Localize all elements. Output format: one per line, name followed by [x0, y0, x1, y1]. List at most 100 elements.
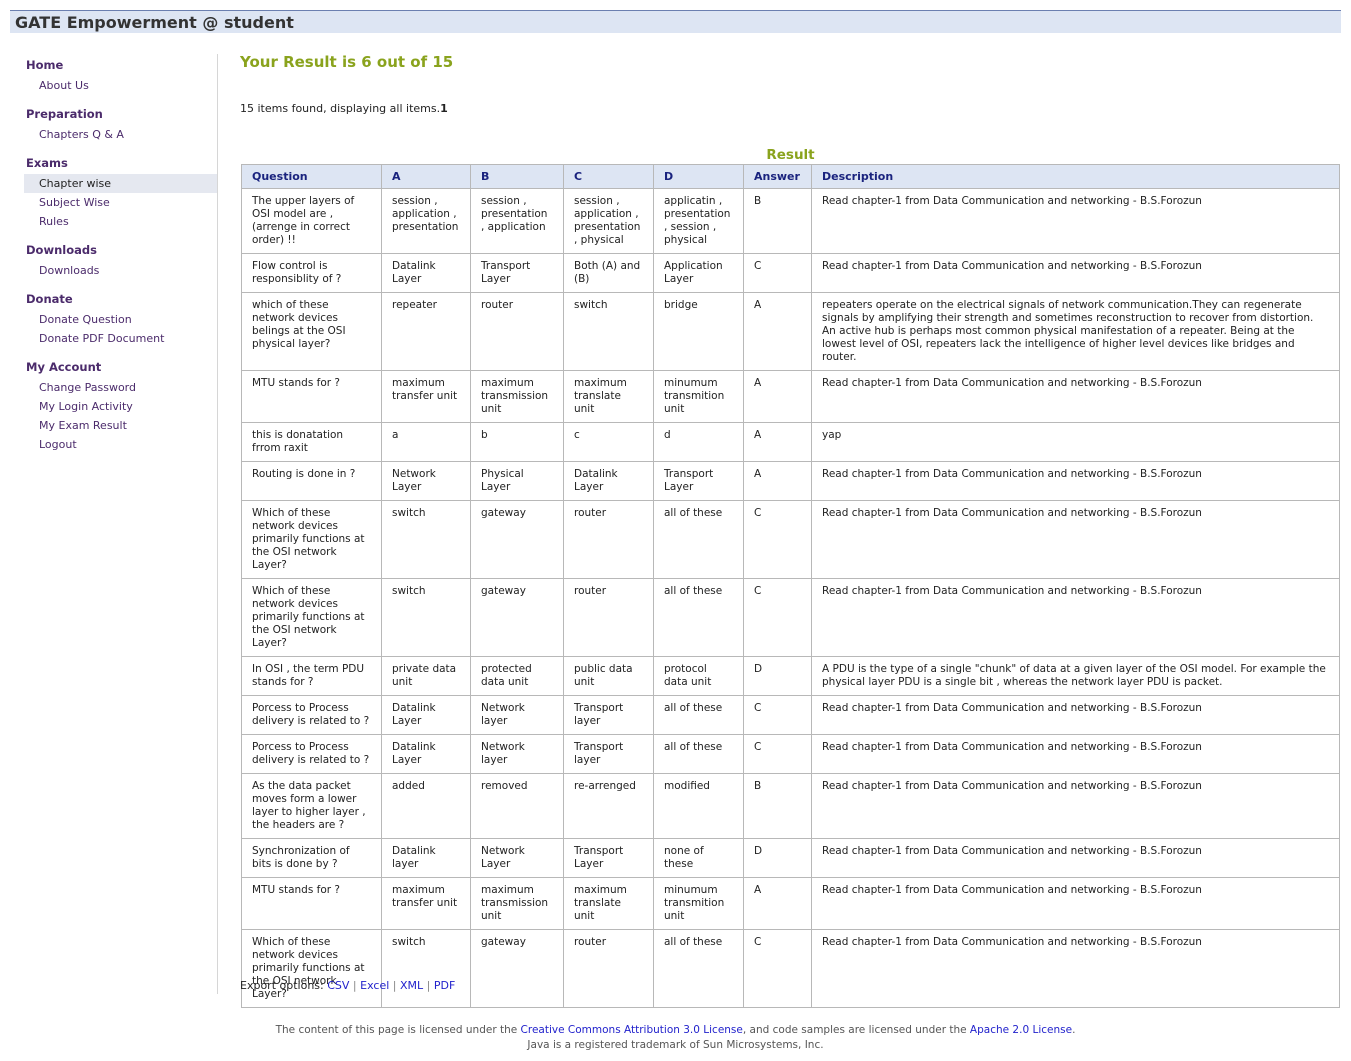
sidebar-item-my-login-activity[interactable]: My Login Activity — [24, 397, 217, 416]
cell-answer: C — [743, 578, 812, 657]
cell-description: Read chapter-1 from Data Communication a… — [811, 578, 1340, 657]
cell-description: Read chapter-1 from Data Communication a… — [811, 734, 1340, 774]
cell-answer: B — [743, 188, 812, 254]
cell-b: protected data unit — [470, 656, 564, 696]
cell-answer: A — [743, 422, 812, 462]
table-caption: Result — [766, 147, 815, 163]
cell-answer: C — [743, 734, 812, 774]
sidebar-item-donate-pdf-document[interactable]: Donate PDF Document — [24, 329, 217, 348]
cell-description: Read chapter-1 from Data Communication a… — [811, 500, 1340, 579]
sidebar-section-preparation[interactable]: Preparation — [24, 103, 217, 125]
column-header-question[interactable]: Question — [241, 164, 382, 189]
cell-answer: B — [743, 773, 812, 839]
table-header-row: Question A B C D Answer Description — [241, 164, 1340, 189]
cell-c: Both (A) and (B) — [563, 253, 654, 293]
column-header-d[interactable]: D — [653, 164, 744, 189]
cell-c: Datalink Layer — [563, 461, 654, 501]
cell-c: maximum translate unit — [563, 370, 654, 423]
cell-question: As the data packet moves form a lower la… — [241, 773, 382, 839]
sidebar-item-chapters-q-a[interactable]: Chapters Q & A — [24, 125, 217, 144]
result-table: Question A B C D Answer Description The upper … — [241, 164, 1340, 1008]
sidebar-divider — [217, 54, 218, 994]
table-row: this is donatation frrom raxit a b c d Ayap — [241, 422, 1340, 462]
cell-question: Synchronization of bits is done by ? — [241, 838, 382, 878]
cell-question: Which of these network devices primarily… — [241, 578, 382, 657]
column-header-a[interactable]: A — [381, 164, 471, 189]
cell-d: all of these — [653, 500, 744, 579]
cc-license-link[interactable]: Creative Commons Attribution 3.0 License — [521, 1024, 743, 1036]
column-header-b[interactable]: B — [470, 164, 564, 189]
cell-c: router — [563, 929, 654, 1008]
cell-c: session , application , presentation , p… — [563, 188, 654, 254]
cell-d: all of these — [653, 578, 744, 657]
cell-a: Network Layer — [381, 461, 471, 501]
cell-answer: A — [743, 292, 812, 371]
cell-question: Routing is done in ? — [241, 461, 382, 501]
export-separator: | — [389, 979, 400, 992]
sidebar-item-change-password[interactable]: Change Password — [24, 378, 217, 397]
export-csv-link[interactable]: CSV — [327, 979, 349, 992]
sidebar-section-donate[interactable]: Donate — [24, 288, 217, 310]
cell-d: modified — [653, 773, 744, 839]
column-header-answer[interactable]: Answer — [743, 164, 812, 189]
table-row: which of these network devices belings a… — [241, 292, 1340, 371]
sidebar-item-subject-wise[interactable]: Subject Wise — [24, 193, 217, 212]
cell-d: all of these — [653, 695, 744, 735]
export-label: Export options: — [240, 979, 324, 992]
table-row: The upper layers of OSI model are , (arr… — [241, 188, 1340, 254]
export-separator: | — [349, 979, 361, 992]
export-pdf-link[interactable]: PDF — [434, 979, 455, 992]
cell-question: Which of these network devices primarily… — [241, 929, 382, 1008]
export-xml-link[interactable]: XML — [400, 979, 423, 992]
sidebar-item-donate-question[interactable]: Donate Question — [24, 310, 217, 329]
sidebar-item-rules[interactable]: Rules — [24, 212, 217, 231]
cell-c: Transport layer — [563, 734, 654, 774]
table-row: MTU stands for ? maximum transfer unit max… — [241, 877, 1340, 930]
cell-description: Read chapter-1 from Data Communication a… — [811, 929, 1340, 1008]
cell-a: repeater — [381, 292, 471, 371]
cell-description: Read chapter-1 from Data Communication a… — [811, 695, 1340, 735]
sidebar-item-about-us[interactable]: About Us — [24, 76, 217, 95]
cell-c: maximum translate unit — [563, 877, 654, 930]
cell-b: router — [470, 292, 564, 371]
cell-d: Application Layer — [653, 253, 744, 293]
sidebar-nav: Home About Us Preparation Chapters Q & A Exa… — [24, 52, 218, 994]
cell-b: Network layer — [470, 734, 564, 774]
result-score-heading: Your Result is 6 out of 15 — [240, 53, 454, 71]
cell-d: Transport Layer — [653, 461, 744, 501]
table-row: Which of these network devices primarily… — [241, 578, 1340, 657]
sidebar-item-chapter-wise[interactable]: Chapter wise — [24, 174, 217, 193]
column-header-c[interactable]: C — [563, 164, 654, 189]
cell-d: none of these — [653, 838, 744, 878]
sidebar-item-logout[interactable]: Logout — [24, 435, 217, 454]
cell-a: private data unit — [381, 656, 471, 696]
sidebar-section-my-account[interactable]: My Account — [24, 356, 217, 378]
table-row: Which of these network devices primarily… — [241, 929, 1340, 1008]
sidebar-section-downloads[interactable]: Downloads — [24, 239, 217, 261]
cell-c: public data unit — [563, 656, 654, 696]
cell-question: Which of these network devices primarily… — [241, 500, 382, 579]
cell-b: maximum transmission unit — [470, 370, 564, 423]
page-number[interactable]: 1 — [440, 102, 448, 115]
table-row: Porcess to Process delivery is related t… — [241, 695, 1340, 735]
cell-question: which of these network devices belings a… — [241, 292, 382, 371]
sidebar-item-downloads[interactable]: Downloads — [24, 261, 217, 280]
table-row: Synchronization of bits is done by ? Data… — [241, 838, 1340, 878]
apache-license-link[interactable]: Apache 2.0 License — [970, 1024, 1072, 1036]
cell-question: this is donatation frrom raxit — [241, 422, 382, 462]
cell-answer: C — [743, 695, 812, 735]
cell-description: Read chapter-1 from Data Communication a… — [811, 773, 1340, 839]
footer-text-3: . — [1072, 1024, 1076, 1036]
column-header-description[interactable]: Description — [811, 164, 1340, 189]
sidebar-section-exams[interactable]: Exams — [24, 152, 217, 174]
table-row: Routing is done in ? Network Layer Physica… — [241, 461, 1340, 501]
export-excel-link[interactable]: Excel — [360, 979, 389, 992]
sidebar-section-home[interactable]: Home — [24, 54, 217, 76]
sidebar-item-my-exam-result[interactable]: My Exam Result — [24, 416, 217, 435]
cell-answer: D — [743, 838, 812, 878]
cell-c: Transport layer — [563, 695, 654, 735]
cell-b: gateway — [470, 578, 564, 657]
